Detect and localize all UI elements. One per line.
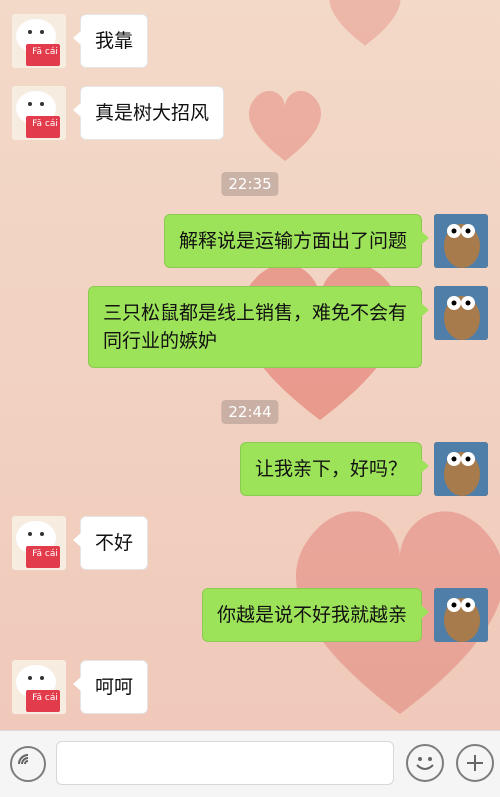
avatar-contact[interactable]: Fā cái [12, 516, 66, 570]
message-bubble[interactable]: 真是树大招风 [72, 86, 225, 140]
avatar-contact[interactable]: Fā cái [12, 86, 66, 140]
voice-icon [18, 754, 29, 765]
avatar-contact[interactable]: Fā cái [12, 660, 66, 714]
add-icon [467, 755, 483, 771]
avatar-self[interactable] [434, 214, 488, 268]
input-bar [0, 730, 500, 797]
avatar-caption: Fā cái [32, 693, 58, 703]
avatar-contact[interactable]: Fā cái [12, 14, 66, 68]
message-bubble[interactable]: 我靠 [72, 14, 149, 68]
add-button[interactable] [456, 744, 494, 782]
message-bubble[interactable]: 你越是说不好我就越亲 [201, 588, 430, 642]
avatar-self[interactable] [434, 588, 488, 642]
chat-area[interactable]: Fā cái 我靠 Fā cái 真是树大招风 22:35 解释说是运输方面出了… [0, 0, 500, 730]
voice-button[interactable] [10, 746, 46, 782]
emoji-icon [416, 757, 434, 770]
emoji-button[interactable] [406, 744, 444, 782]
avatar-caption: Fā cái [32, 47, 58, 57]
message-bubble[interactable]: 不好 [72, 516, 149, 570]
message-bubble[interactable]: 三只松鼠都是线上销售，难免不会有同行业的嫉妒 [88, 286, 429, 368]
timestamp: 22:35 [221, 172, 279, 196]
avatar-caption: Fā cái [32, 549, 58, 559]
avatar-caption: Fā cái [32, 119, 58, 129]
avatar-self[interactable] [434, 442, 488, 496]
message-bubble[interactable]: 让我亲下，好吗？ [239, 442, 430, 496]
message-bubble[interactable]: 解释说是运输方面出了问题 [163, 214, 430, 268]
avatar-self[interactable] [434, 286, 488, 340]
timestamp: 22:44 [221, 400, 279, 424]
message-bubble[interactable]: 呵呵 [72, 660, 149, 714]
message-input[interactable] [56, 741, 394, 785]
